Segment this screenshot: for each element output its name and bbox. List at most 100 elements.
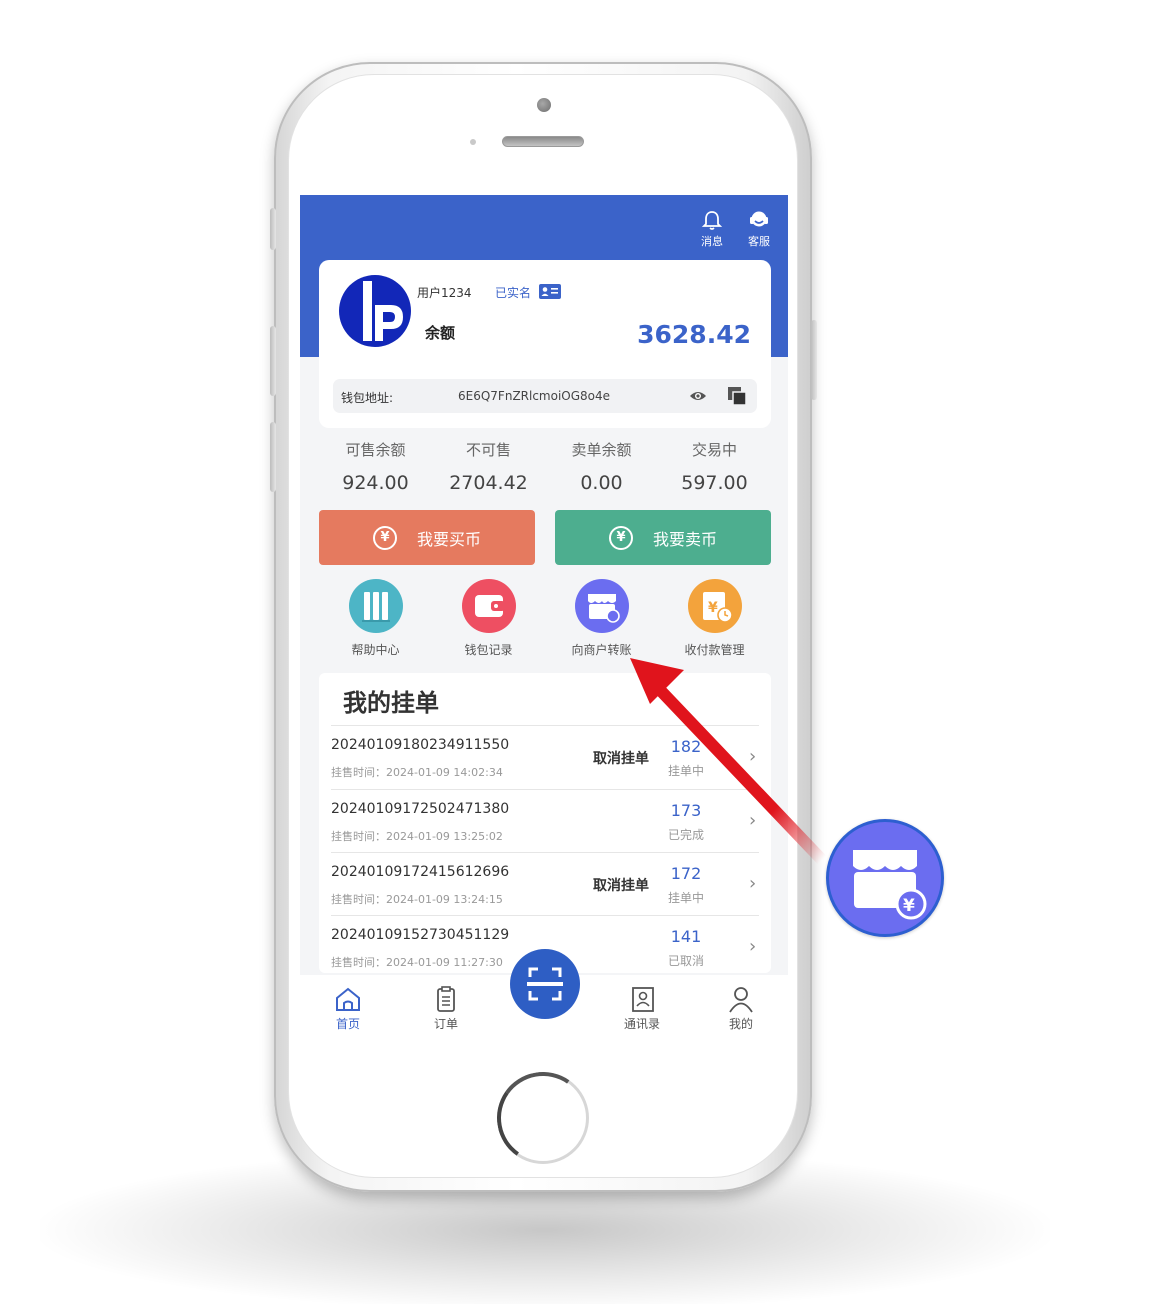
user-icon [729,987,753,1013]
quick-link-payment-management[interactable]: ¥ 收付款管理 [658,579,771,658]
svg-text:¥: ¥ [903,896,915,916]
nav-label: 首页 [335,1017,360,1031]
stat-sell-order-balance: 卖单余额 0.00 [545,439,658,494]
volume-up-button [270,326,276,396]
contacts-icon [632,987,654,1012]
order-id: 20240109152730451129 [331,927,510,943]
quick-link-help-center[interactable]: 帮助中心 [319,579,432,658]
my-orders-panel: 我的挂单 20240109180234911550 挂售时间：2024-01-0… [319,673,771,973]
verified-status: 已实名 [495,286,532,300]
clipboard-icon [437,986,455,1012]
chevron-right-icon[interactable]: › [749,873,756,894]
wallet-address-bar: 钱包地址: 6E6Q7FnZRlcmoiOG8o4e [333,379,757,413]
quick-link-merchant-transfer[interactable]: 向商户转账 [545,579,658,658]
zoomed-store-transfer-icon: ¥ [826,819,944,937]
wallet-icon [461,579,516,633]
cancel-order-button[interactable]: 取消挂单 [593,748,649,768]
order-row[interactable]: 20240109172415612696 挂售时间：2024-01-09 13:… [331,852,759,915]
yuan-in-icon: ¥ [372,525,397,550]
messages-label: 消息 [701,235,723,248]
stat-label: 不可售 [465,441,511,459]
stat-value: 924.00 [342,472,409,494]
cancel-order-button[interactable]: 取消挂单 [593,875,649,895]
front-camera [537,98,551,112]
wallet-label: 钱包地址: [341,391,394,405]
buy-coin-button[interactable]: ¥ 我要买币 [319,510,535,565]
svg-text:¥: ¥ [708,600,718,616]
bell-icon [701,211,723,230]
quick-link-label: 向商户转账 [571,643,632,657]
avatar[interactable] [339,275,411,347]
power-button [811,320,817,400]
quick-link-label: 收付款管理 [684,643,745,657]
order-time: 挂售时间：2024-01-09 14:02:34 [331,766,503,779]
home-button[interactable] [489,1064,597,1172]
username: 用户1234 [417,286,472,300]
nav-label: 订单 [433,1017,458,1031]
volume-down-button [270,422,276,492]
brand-logo-icon [363,281,403,341]
order-row[interactable]: 20240109180234911550 挂售时间：2024-01-09 14:… [331,725,759,788]
order-id: 20240109180234911550 [331,737,510,753]
stat-in-trade: 交易中 597.00 [658,439,771,494]
stat-sellable: 可售余额 924.00 [319,439,432,494]
quick-link-label: 帮助中心 [351,643,400,657]
orders-title: 我的挂单 [343,689,439,717]
headset-icon [750,211,768,227]
stat-label: 卖单余额 [571,441,632,459]
store-transfer-icon [574,579,629,633]
copy-icon[interactable] [727,386,747,406]
nav-mine[interactable]: 我的 [711,985,771,1032]
earpiece-speaker [502,136,584,147]
messages-button[interactable]: 消息 [694,209,730,249]
buy-coin-label: 我要买币 [416,529,481,549]
proximity-sensor [470,139,476,145]
account-card: 用户1234 已实名 余额 3628.42 钱包地址: 6E6Q7FnZRlcm… [319,260,771,428]
quick-link-wallet-records[interactable]: 钱包记录 [432,579,545,658]
order-time: 挂售时间：2024-01-09 13:24:15 [331,893,503,906]
payment-manage-icon: ¥ [687,579,742,633]
service-label: 客服 [748,235,770,248]
order-id: 20240109172502471380 [331,801,510,817]
stat-unsellable: 不可售 2704.42 [432,439,545,494]
order-status: 已取消 [667,954,704,968]
home-icon [336,987,360,1011]
order-row[interactable]: 20240109172502471380 挂售时间：2024-01-09 13:… [331,789,759,852]
order-status: 挂单中 [667,764,704,778]
order-status: 已完成 [667,828,704,842]
nav-label: 我的 [728,1017,753,1031]
stat-label: 可售余额 [345,441,406,459]
order-amount: 172 [670,864,702,883]
order-amount: 141 [670,927,702,946]
sell-coin-button[interactable]: ¥ 我要卖币 [555,510,771,565]
order-status: 挂单中 [667,891,704,905]
stat-label: 交易中 [691,441,737,459]
chevron-right-icon[interactable]: › [749,746,756,767]
nav-contacts[interactable]: 通讯录 [612,985,672,1032]
stat-value: 0.00 [580,472,623,494]
mute-switch [270,208,276,250]
eye-icon[interactable] [689,389,707,403]
order-time: 挂售时间：2024-01-09 11:27:30 [331,956,503,969]
nav-label: 通讯录 [623,1017,660,1031]
books-icon [348,579,403,633]
scan-button[interactable] [510,949,580,1019]
scan-icon [527,967,563,1001]
balance-label: 余额 [425,324,456,342]
nav-orders[interactable]: 订单 [416,985,476,1032]
order-amount: 173 [670,801,702,820]
service-button[interactable]: 客服 [741,209,777,249]
stat-value: 597.00 [681,472,748,494]
yuan-out-icon: ¥ [608,525,633,550]
nav-home[interactable]: 首页 [318,985,378,1032]
sell-coin-label: 我要卖币 [652,529,717,549]
order-amount: 182 [670,737,702,756]
order-time: 挂售时间：2024-01-09 13:25:02 [331,830,503,843]
wallet-address: 6E6Q7FnZRlcmoiOG8o4e [458,389,611,403]
quick-link-label: 钱包记录 [464,643,513,657]
id-card-icon [539,284,561,299]
chevron-right-icon[interactable]: › [749,810,756,831]
chevron-right-icon[interactable]: › [749,936,756,957]
order-id: 20240109172415612696 [331,864,510,880]
stat-value: 2704.42 [449,472,528,494]
